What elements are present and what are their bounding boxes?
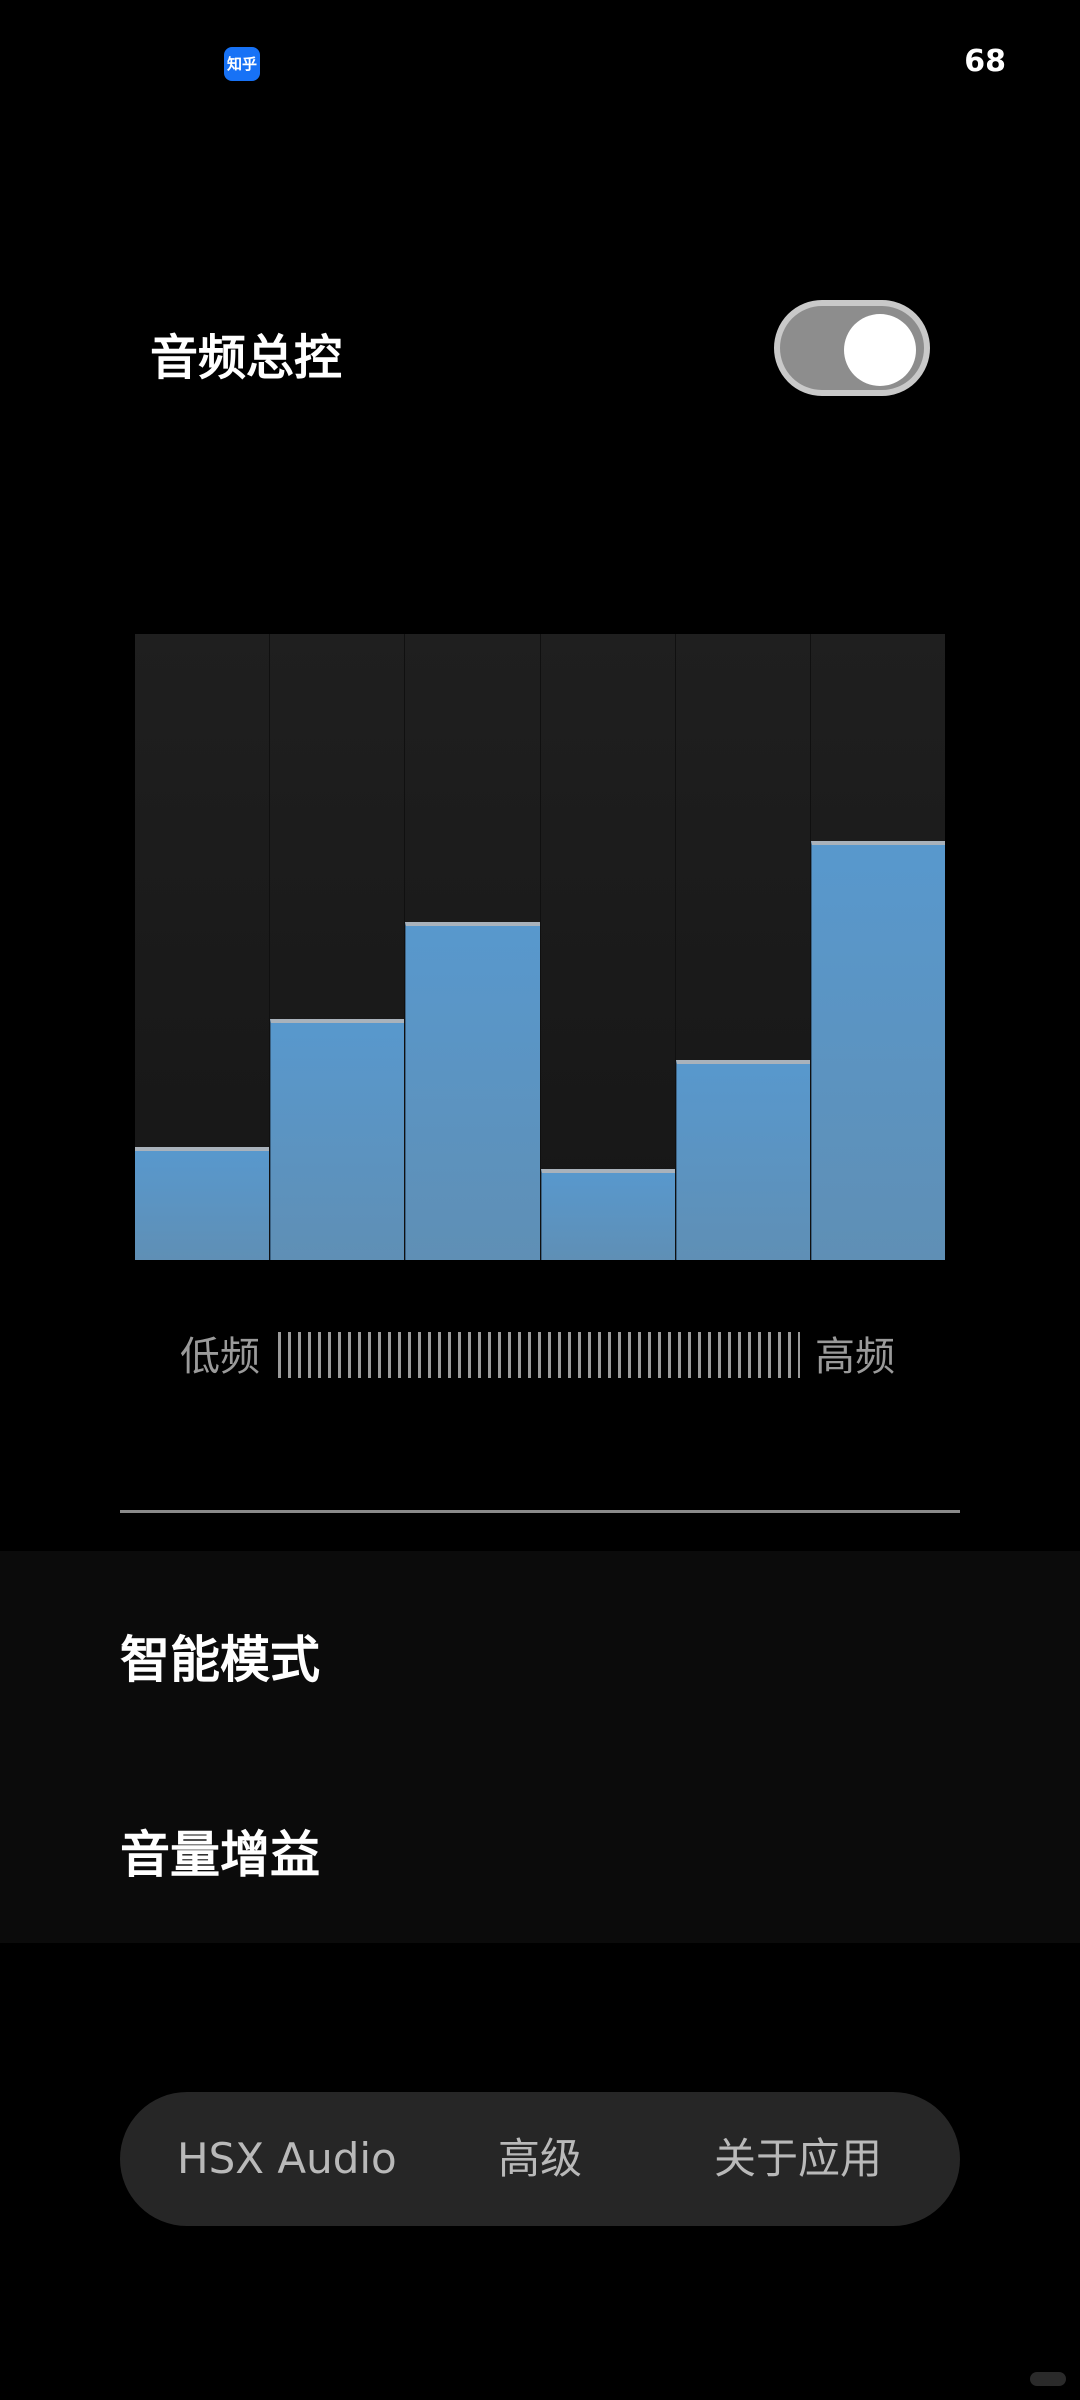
eq-band-fill [270, 1019, 405, 1260]
equalizer [135, 634, 946, 1260]
eq-band-fill [135, 1147, 270, 1260]
frequency-tick-scale [278, 1332, 800, 1378]
eq-band-fill [810, 840, 946, 1260]
master-audio-label: 音频总控 [150, 330, 343, 386]
nav-about[interactable]: 关于应用 [714, 2092, 882, 2226]
settings-panel: 智能模式 音量增益 [0, 1551, 1080, 1943]
eq-band-fill [405, 921, 540, 1260]
section-divider [120, 1510, 960, 1513]
smart-mode-item[interactable]: 智能模式 [120, 1620, 320, 1692]
high-frequency-label: 高频 [815, 1334, 895, 1380]
eq-band-3[interactable] [404, 634, 540, 1260]
watermark-badge [1030, 2372, 1066, 2386]
toggle-knob [844, 314, 916, 386]
battery-level: 68 [964, 44, 1006, 79]
nav-hsx-audio[interactable]: HSX Audio [177, 2092, 397, 2226]
eq-band-4[interactable] [539, 634, 675, 1260]
eq-band-2[interactable] [269, 634, 405, 1260]
master-audio-toggle[interactable] [774, 300, 930, 396]
low-frequency-label: 低频 [180, 1334, 260, 1380]
volume-gain-item[interactable]: 音量增益 [120, 1815, 320, 1887]
zhihu-app-icon: 知乎 [224, 47, 260, 81]
eq-band-fill [675, 1059, 810, 1260]
bottom-nav: HSX Audio 高级 关于应用 [120, 2092, 960, 2226]
eq-band-5[interactable] [674, 634, 810, 1260]
eq-band-fill [540, 1169, 675, 1260]
eq-band-1[interactable] [135, 634, 270, 1260]
nav-advanced[interactable]: 高级 [498, 2092, 582, 2226]
eq-band-6[interactable] [809, 634, 946, 1260]
